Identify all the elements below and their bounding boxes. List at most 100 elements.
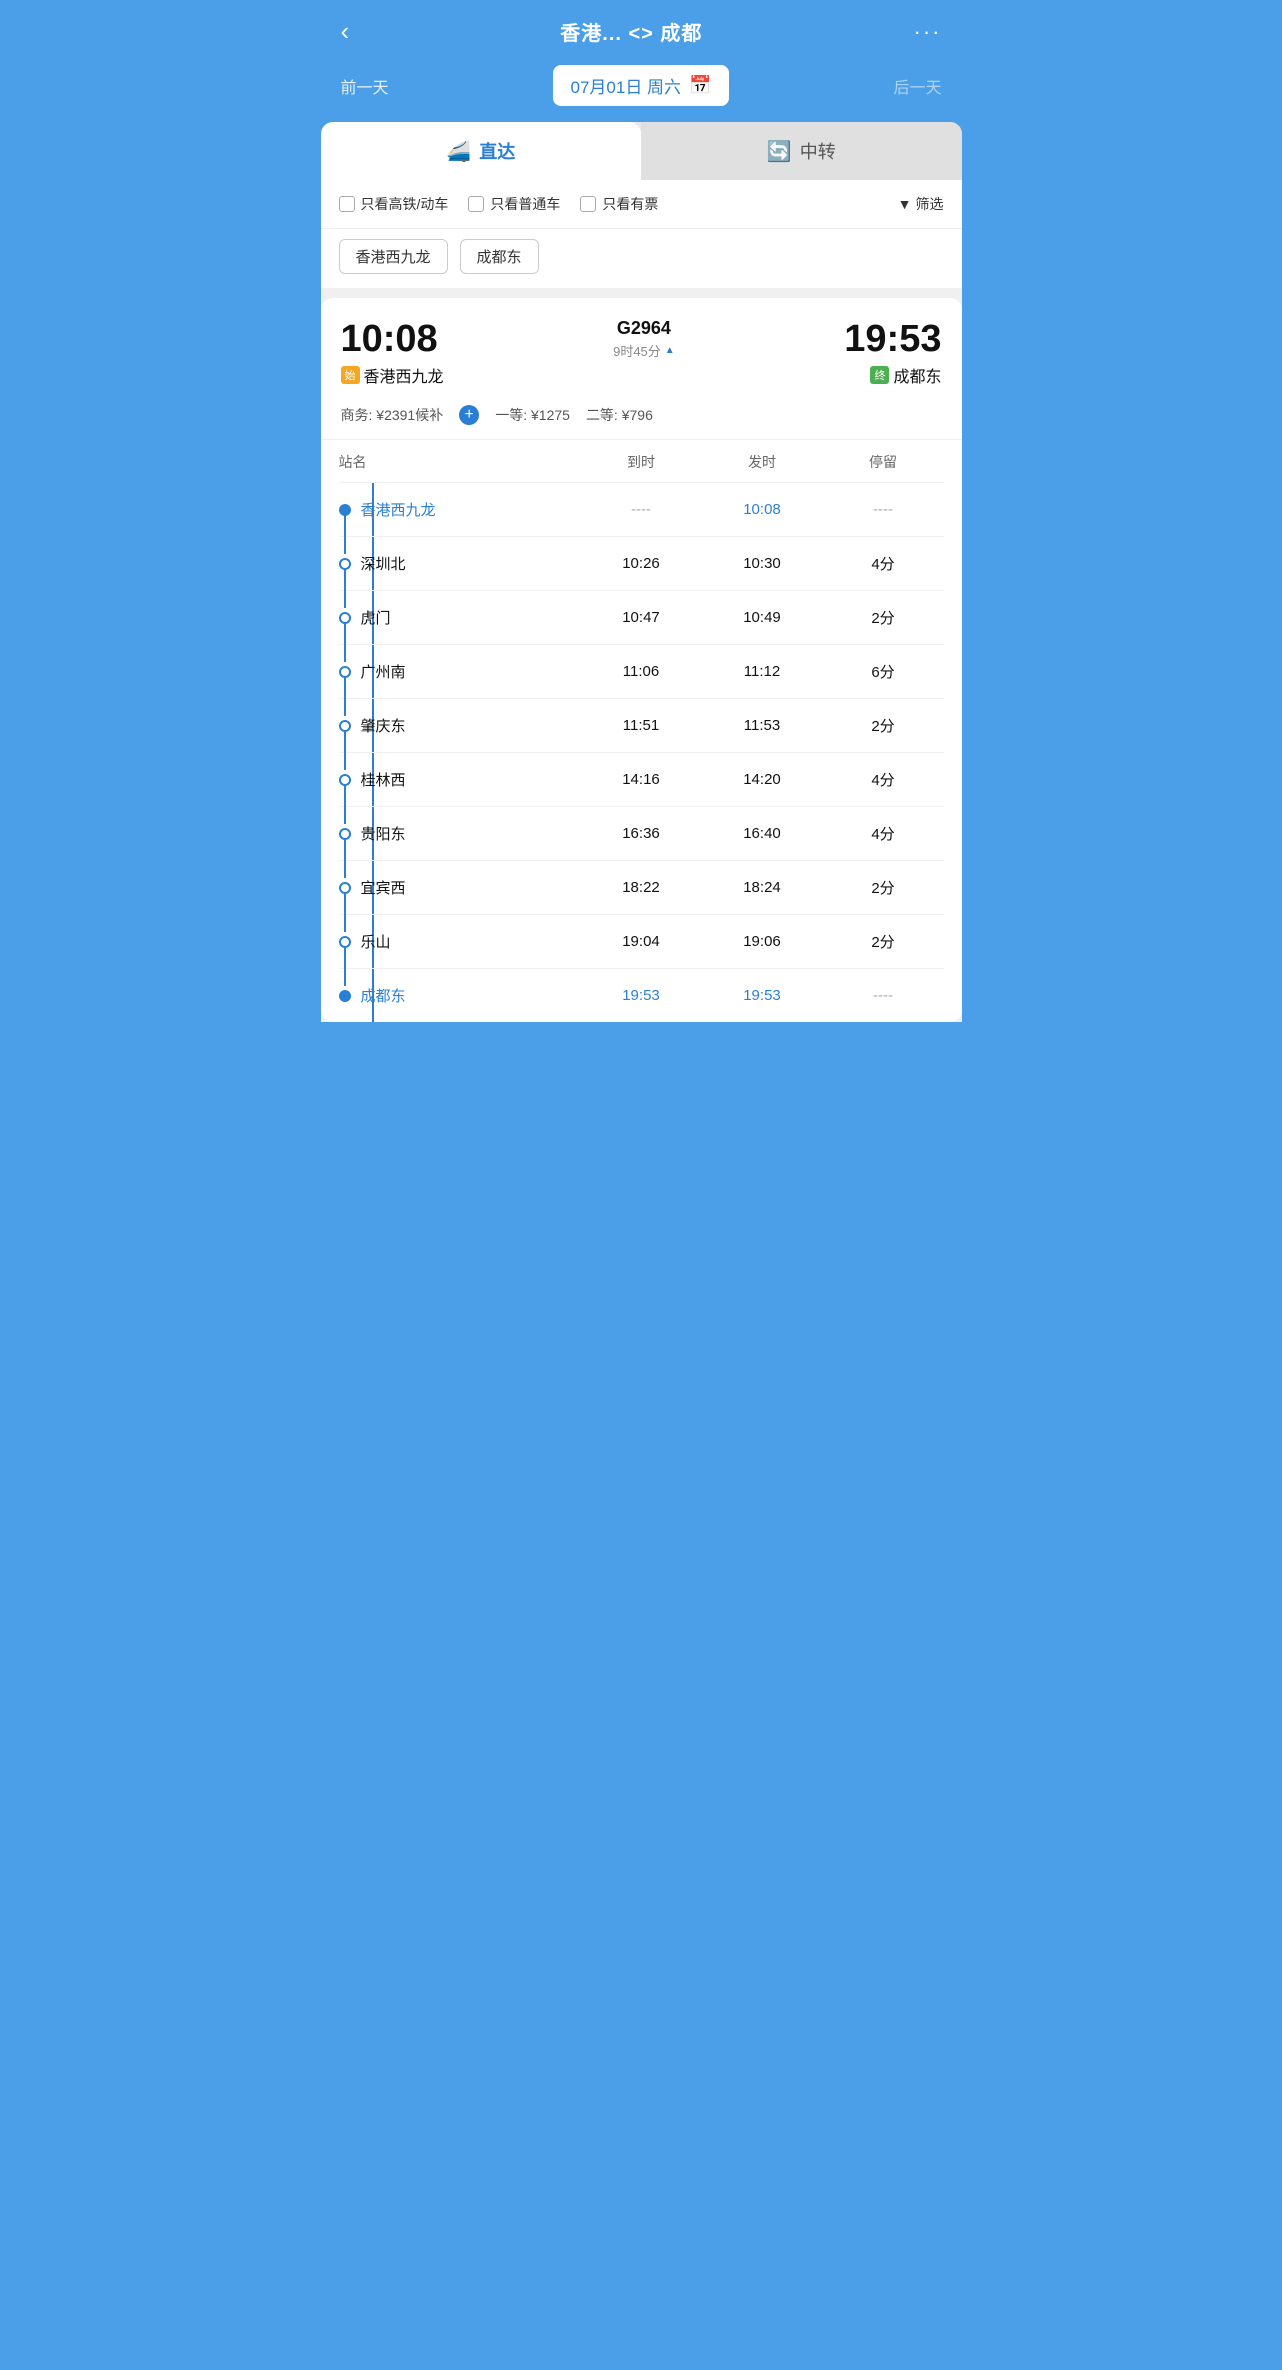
stop-arrival: 16:36: [581, 825, 702, 843]
col-header-station: 站名: [339, 452, 581, 472]
stop-departure: 11:53: [702, 717, 823, 735]
stop-arrival: 11:06: [581, 663, 702, 681]
table-row: 深圳北10:2610:304分: [339, 537, 944, 591]
depart-station: 香港西九龙: [364, 363, 444, 387]
stop-table: 站名 到时 发时 停留 香港西九龙----10:08----深圳北10:2610…: [321, 440, 962, 1022]
train-icon: 🚄: [446, 139, 471, 164]
next-day-button[interactable]: 后一天: [893, 74, 941, 98]
price-business: 商务: ¥2391候补: [341, 405, 444, 425]
stop-departure: 11:12: [702, 663, 823, 681]
stop-name: 虎门: [361, 607, 391, 628]
filter-normal-label: 只看普通车: [490, 194, 560, 214]
filter-funnel-icon: ▼: [898, 196, 912, 212]
stop-name: 贵阳东: [361, 823, 406, 844]
station-tag-from[interactable]: 香港西九龙: [339, 239, 448, 274]
table-row: 乐山19:0419:062分: [339, 915, 944, 969]
stop-duration: 4分: [823, 553, 944, 574]
stop-duration: 2分: [823, 607, 944, 628]
more-button[interactable]: ···: [914, 19, 942, 45]
stop-duration: ----: [823, 987, 944, 1005]
back-button[interactable]: ‹: [341, 16, 350, 47]
tab-direct[interactable]: 🚄 直达: [321, 122, 642, 180]
stop-duration: 2分: [823, 877, 944, 898]
tab-transfer[interactable]: 🔄 中转: [641, 122, 962, 180]
filter-tickets[interactable]: 只看有票: [580, 194, 658, 214]
stop-station-col: 桂林西: [339, 769, 581, 790]
filter-btn-label: 筛选: [916, 194, 944, 214]
stop-duration: 2分: [823, 931, 944, 952]
checkbox-normal[interactable]: [468, 196, 484, 212]
tabs-container: 🚄 直达 🔄 中转: [321, 122, 962, 180]
stop-departure: 10:08: [702, 501, 823, 519]
station-to-label: 成都东: [477, 249, 522, 266]
transfer-icon: 🔄: [767, 139, 792, 164]
stop-duration: 4分: [823, 769, 944, 790]
filter-normal[interactable]: 只看普通车: [468, 194, 560, 214]
station-tag-to[interactable]: 成都东: [460, 239, 539, 274]
arrive-time: 19:53: [844, 318, 941, 361]
stop-arrival: 11:51: [581, 717, 702, 735]
stop-name: 香港西九龙: [361, 499, 436, 520]
stop-dot: [339, 990, 351, 1002]
stop-dot: [339, 828, 351, 840]
tab-direct-label: 直达: [479, 138, 515, 164]
stop-duration: 4分: [823, 823, 944, 844]
table-row: 桂林西14:1614:204分: [339, 753, 944, 807]
calendar-icon: 📅: [689, 75, 711, 96]
train-number: G2964: [613, 318, 675, 339]
filter-highspeed-label: 只看高铁/动车: [361, 194, 449, 214]
date-picker[interactable]: 07月01日 周六 📅: [553, 65, 730, 106]
stop-departure: 18:24: [702, 879, 823, 897]
stop-departure: 14:20: [702, 771, 823, 789]
arrive-badge: 终: [870, 366, 889, 384]
depart-time: 10:08: [341, 318, 444, 361]
stop-station-col: 乐山: [339, 931, 581, 952]
table-row: 成都东19:5319:53----: [339, 969, 944, 1022]
table-row: 肇庆东11:5111:532分: [339, 699, 944, 753]
depart-badge: 始: [341, 366, 360, 384]
price-first: 一等: ¥1275: [495, 405, 570, 425]
stop-station-col: 宜宾西: [339, 877, 581, 898]
stop-arrival: 19:53: [581, 987, 702, 1005]
price-row: 商务: ¥2391候补 + 一等: ¥1275 二等: ¥796: [321, 397, 962, 440]
stop-station-col: 肇庆东: [339, 715, 581, 736]
checkbox-tickets[interactable]: [580, 196, 596, 212]
checkbox-highspeed[interactable]: [339, 196, 355, 212]
table-row: 广州南11:0611:126分: [339, 645, 944, 699]
stop-departure: 19:06: [702, 933, 823, 951]
stop-arrival: 19:04: [581, 933, 702, 951]
stop-departure: 16:40: [702, 825, 823, 843]
prev-day-button[interactable]: 前一天: [341, 74, 389, 98]
tab-transfer-label: 中转: [800, 138, 836, 164]
col-header-departure: 发时: [702, 452, 823, 472]
table-row: 宜宾西18:2218:242分: [339, 861, 944, 915]
price-second: 二等: ¥796: [586, 405, 653, 425]
table-row: 贵阳东 16:3616:404分: [339, 807, 944, 861]
stop-name: 肇庆东: [361, 715, 406, 736]
stop-departure: 10:49: [702, 609, 823, 627]
date-bar: 前一天 07月01日 周六 📅 后一天: [321, 57, 962, 122]
stop-station-col: 贵阳东: [339, 823, 581, 844]
train-duration: 9时45分 ▲: [613, 341, 675, 360]
stop-name: 宜宾西: [361, 877, 406, 898]
main-content: 只看高铁/动车 只看普通车 只看有票 ▼ 筛选 香港西九龙 成都东 10:08: [321, 180, 962, 1022]
stop-table-header: 站名 到时 发时 停留: [339, 440, 944, 483]
arrow-up-icon: ▲: [665, 345, 675, 356]
stop-name: 广州南: [361, 661, 406, 682]
date-text: 07月01日 周六: [571, 73, 682, 98]
table-row: 香港西九龙----10:08----: [339, 483, 944, 537]
filter-highspeed[interactable]: 只看高铁/动车: [339, 194, 449, 214]
filter-tickets-label: 只看有票: [602, 194, 658, 214]
stop-dot: [339, 612, 351, 624]
stop-arrival: 14:16: [581, 771, 702, 789]
header: ‹ 香港... <> 成都 ···: [321, 0, 962, 57]
stop-station-col: 虎门: [339, 607, 581, 628]
train-info-header: 10:08 始 香港西九龙 G2964 9时45分 ▲ 19:53 终 成都东: [321, 298, 962, 397]
filter-button[interactable]: ▼ 筛选: [898, 194, 944, 214]
train-card: 10:08 始 香港西九龙 G2964 9时45分 ▲ 19:53 终 成都东: [321, 298, 962, 1022]
stop-dot: [339, 720, 351, 732]
add-price-button[interactable]: +: [459, 405, 479, 425]
stop-departure: 10:30: [702, 555, 823, 573]
stop-dot: [339, 558, 351, 570]
stop-dot: [339, 774, 351, 786]
